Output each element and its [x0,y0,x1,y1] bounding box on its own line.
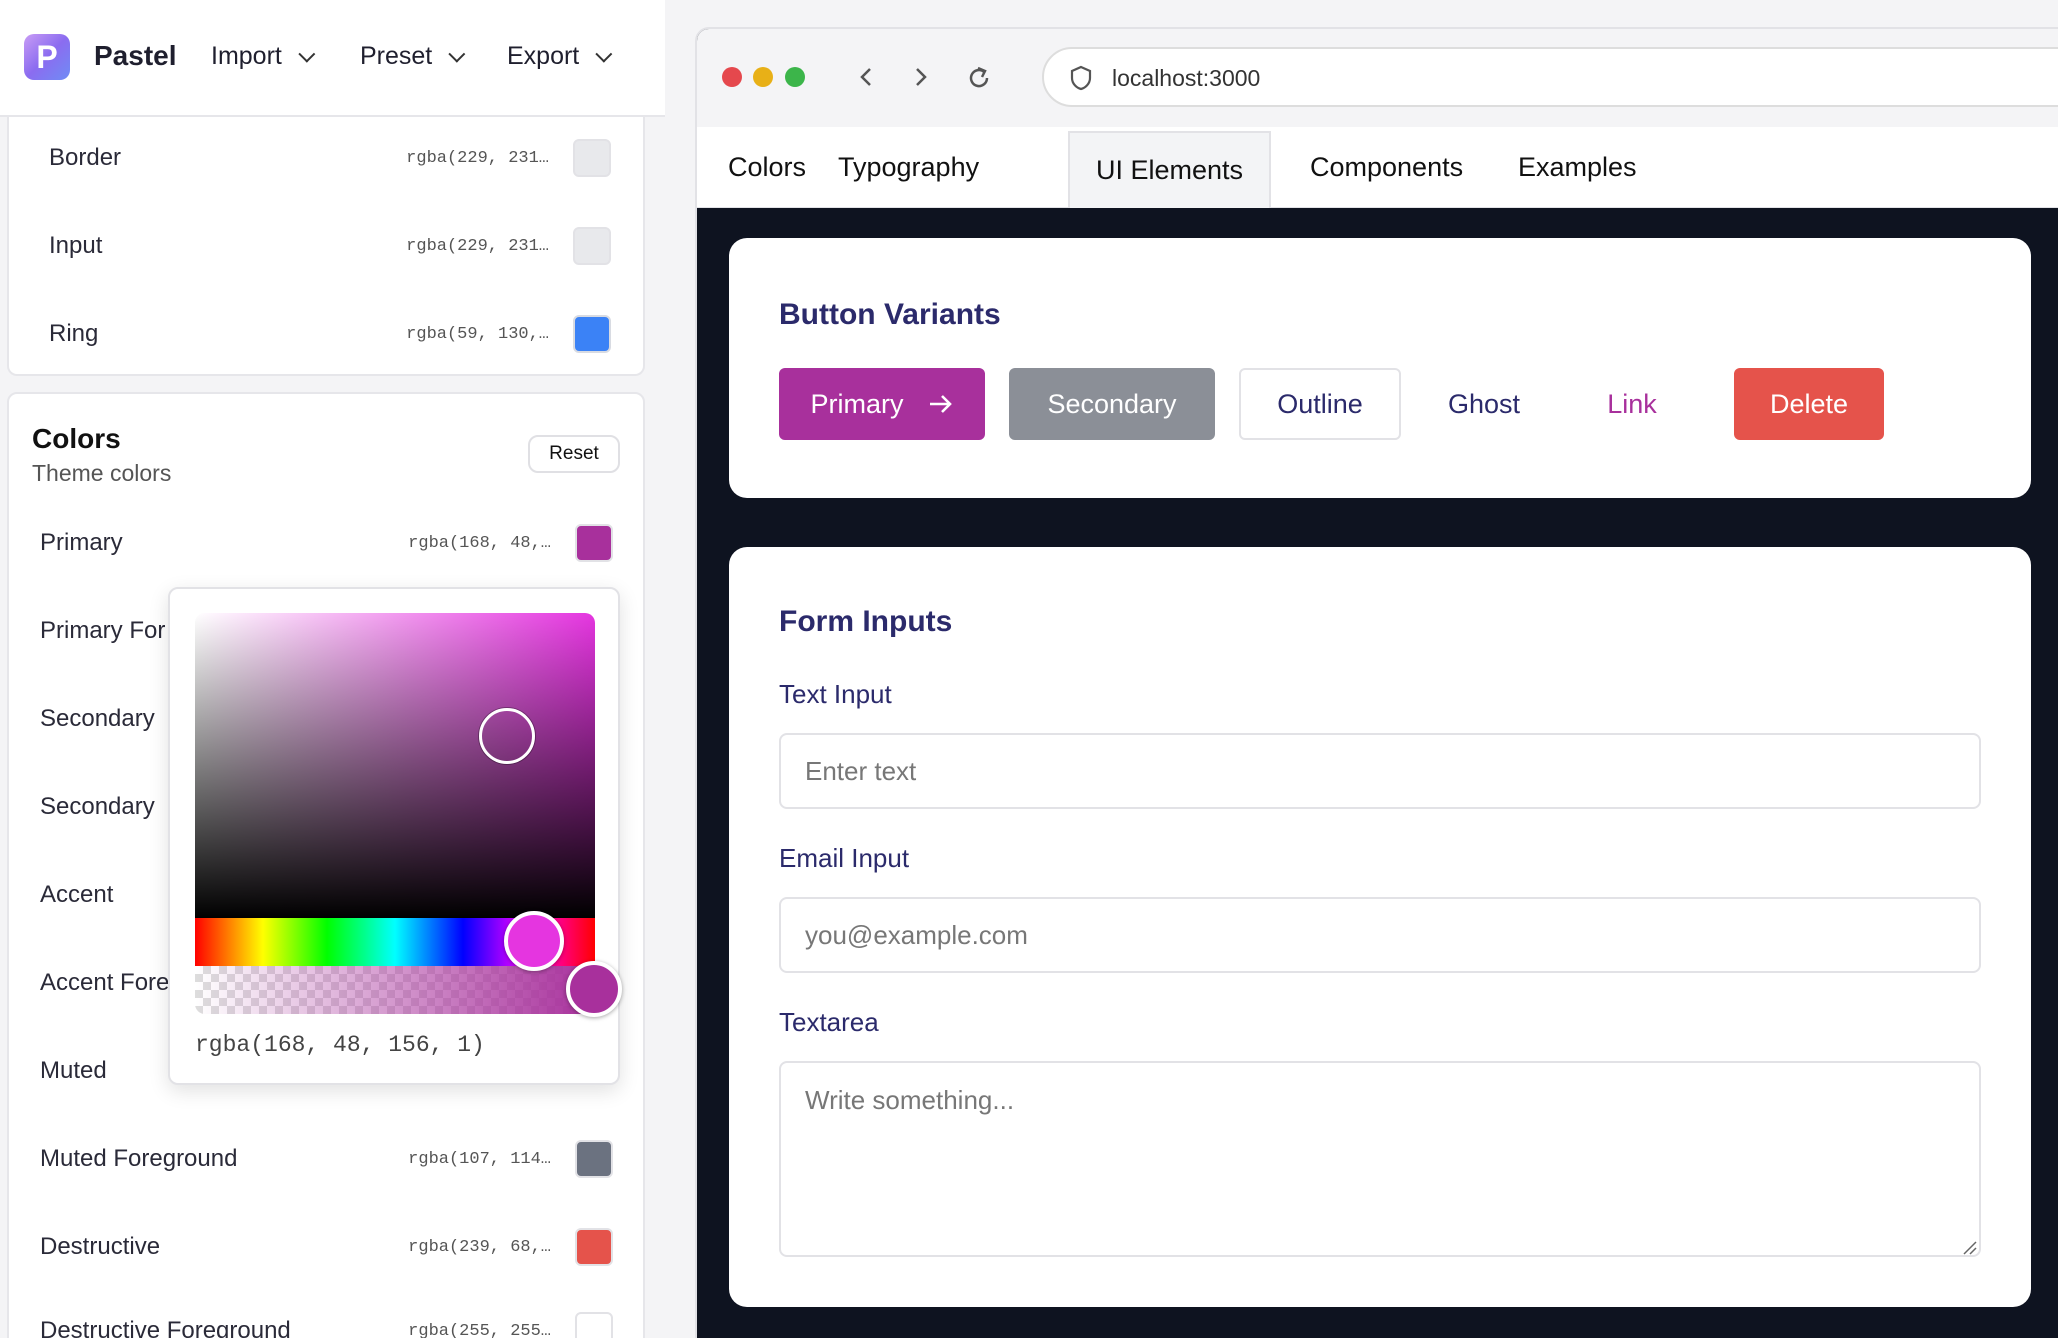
alpha-slider[interactable] [195,966,595,1014]
color-row[interactable]: Muted Foreground rgba(107, 114… [40,1139,645,1179]
page-tabs: Colors Typography UI Elements Components… [697,127,2058,208]
secondary-button[interactable]: Secondary [1009,368,1215,440]
export-menu[interactable]: Export [507,42,613,71]
color-swatch[interactable] [573,139,611,177]
textarea-input[interactable] [779,1061,1981,1257]
outline-button[interactable]: Outline [1239,368,1401,440]
address-bar[interactable]: localhost:3000 [1042,47,2058,107]
text-input-label: Text Input [779,679,892,709]
button-variants-card: Button Variants Primary Secondary Outlin… [729,238,2031,498]
link-button[interactable]: Link [1577,368,1687,440]
color-row-label: Secondary [40,793,155,820]
color-swatch[interactable] [573,227,611,265]
color-row-label: Destructive Foreground [40,1317,291,1338]
text-input[interactable] [779,733,1981,809]
color-swatch[interactable] [575,1312,613,1338]
color-swatch[interactable] [573,315,611,353]
maximize-window-dot[interactable] [785,67,805,87]
back-icon[interactable] [857,65,875,89]
color-row-label: Muted Foreground [40,1145,238,1172]
app-header: P Pastel Import Preset Export [0,0,665,117]
section-subtitle: Theme colors [32,460,172,486]
button-label: Primary [810,388,904,419]
color-swatch[interactable] [575,524,613,562]
chevron-down-icon [595,45,613,63]
color-row[interactable]: Primary rgba(168, 48,… [40,523,645,563]
base-colors-card: Border rgba(229, 231… Input rgba(229, 23… [7,90,645,376]
color-row-label: Ring [49,320,99,347]
color-row-value: rgba(239, 68,… [408,1237,551,1257]
color-row[interactable]: Destructive Foreground rgba(255, 255… [40,1311,645,1338]
chevron-down-icon [448,45,466,63]
reset-button[interactable]: Reset [528,435,620,473]
tab-ui-elements[interactable]: UI Elements [1068,131,1272,208]
email-input[interactable] [779,897,1981,973]
color-row-label: Primary [40,529,123,556]
color-row-label: Border [49,144,122,171]
browser-toolbar: localhost:3000 [697,29,2058,127]
color-swatch[interactable] [575,1140,613,1178]
color-swatch[interactable] [575,1228,613,1266]
color-row-label: Accent [40,881,114,908]
browser-window: localhost:3000 Colors Typography UI Elem… [695,27,2058,1338]
app-name: Pastel [94,40,177,71]
primary-button[interactable]: Primary [779,368,985,440]
email-input-label: Email Input [779,843,910,873]
delete-button[interactable]: Delete [1734,368,1884,440]
resize-handle-icon[interactable] [1961,1239,1977,1255]
form-inputs-card: Form Inputs Text Input Email Input Texta… [729,547,2031,1307]
color-row-value: rgba(229, 231… [406,236,549,256]
section-title: Form Inputs [779,605,953,638]
color-row-value: rgba(107, 114… [408,1149,551,1169]
color-row-value: rgba(59, 130,… [406,324,549,344]
color-row-label: Muted [40,1057,107,1084]
color-row-border[interactable]: Border rgba(229, 231… [49,138,643,178]
color-row-value: rgba(229, 231… [406,148,549,168]
close-window-dot[interactable] [722,67,742,87]
theme-editor-panel: Border rgba(229, 231… Input rgba(229, 23… [0,0,665,1338]
color-row-input[interactable]: Input rgba(229, 231… [49,226,643,266]
section-title: Colors [32,423,121,454]
url-text: localhost:3000 [1112,65,1261,91]
import-menu[interactable]: Import [211,42,316,71]
picker-value: rgba(168, 48, 156, 1) [195,1032,485,1058]
color-row-ring[interactable]: Ring rgba(59, 130,… [49,314,643,354]
color-row-label: Primary For [40,617,166,644]
alpha-handle[interactable] [566,961,622,1017]
preset-menu[interactable]: Preset [360,42,466,71]
section-title: Button Variants [779,298,1001,331]
color-row-value: rgba(255, 255… [408,1321,551,1338]
tab-components[interactable]: Components [1284,127,1489,208]
menu-label: Export [507,42,580,70]
color-row-label: Input [49,232,103,259]
arrow-right-icon [929,395,952,413]
color-row-value: rgba(168, 48,… [408,533,551,553]
color-row-label: Destructive [40,1233,161,1260]
textarea-label: Textarea [779,1007,879,1037]
color-row[interactable]: Destructive rgba(239, 68,… [40,1227,645,1267]
forward-icon[interactable] [912,65,930,89]
saturation-value-area[interactable] [195,613,595,918]
chevron-down-icon [298,45,316,63]
reload-icon[interactable] [965,64,993,92]
saturation-handle[interactable] [479,708,535,764]
color-picker-popover: rgba(168, 48, 156, 1) [168,587,622,1085]
minimize-window-dot[interactable] [753,67,773,87]
shield-icon [1070,65,1092,91]
color-row-label: Accent Fore [40,969,170,996]
tab-typography[interactable]: Typography [812,127,1005,208]
color-row-label: Secondary [40,705,155,732]
menu-label: Import [211,42,282,70]
app-logo: P [24,34,70,80]
menu-label: Preset [360,42,433,70]
hue-handle[interactable] [504,911,564,971]
tab-examples[interactable]: Examples [1492,127,1663,208]
ghost-button[interactable]: Ghost [1419,368,1549,440]
